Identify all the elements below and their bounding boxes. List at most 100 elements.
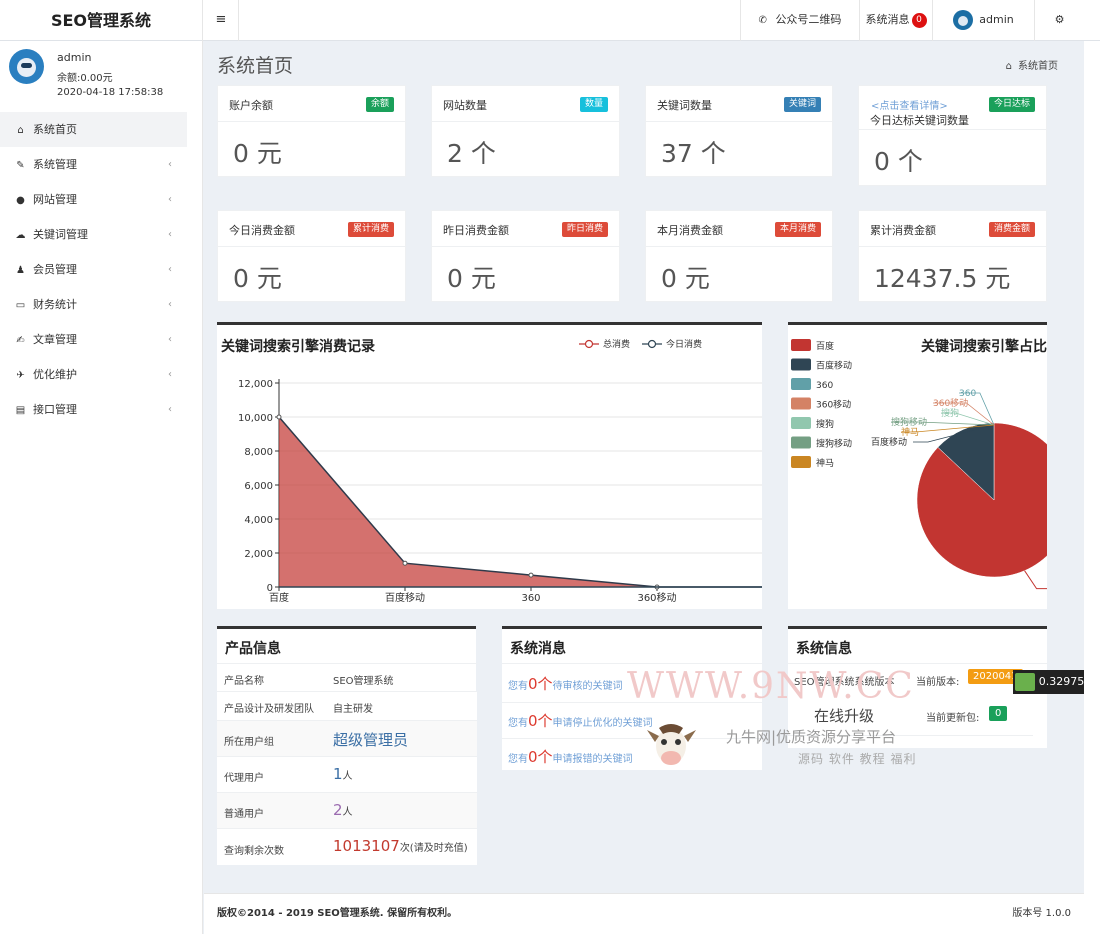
- x-tick-label: 百度: [269, 591, 289, 604]
- user-login-time: 2020-04-18 17:58:38: [57, 87, 164, 98]
- stat-card-today-cost: 今日消费金额 累计消费 0 元: [217, 210, 406, 302]
- edit-icon: ✍: [16, 335, 25, 346]
- sidebar-item-keywords[interactable]: ☁ 关键词管理 ‹: [0, 217, 187, 252]
- agent-count: 1: [333, 765, 343, 783]
- stat-card-month-cost: 本月消费金额 本月消费 0 元: [645, 210, 833, 302]
- sidebar-toggle-button[interactable]: ≡: [204, 0, 239, 41]
- consumption-chart-panel: 关键词搜索引擎消费记录 0 2,000 4,000 6,000 8,000 10,000 1…: [217, 322, 762, 609]
- stat-card-keywords: 关键词数量 关键词 37 个: [645, 85, 833, 177]
- row-key: 产品设计及研发团队: [224, 704, 314, 715]
- legend-label: 百度移动: [816, 360, 852, 372]
- unit-label: 次(请及时充值): [399, 843, 468, 854]
- details-link[interactable]: <点击查看详情>: [871, 97, 948, 112]
- stat-badge: 今日达标: [988, 97, 1035, 112]
- user-group-value: 超级管理员: [333, 731, 409, 749]
- unit-label: 人: [342, 807, 353, 818]
- leaf-icon: [1015, 673, 1035, 691]
- chevron-left-icon: ‹: [168, 229, 172, 240]
- system-messages-panel: 系统消息 您有0个待审核的关键词 您有0个申请停止优化的关键词 您有0个申请报错…: [502, 626, 762, 770]
- chevron-left-icon: ‹: [168, 159, 172, 170]
- message-pending-keywords[interactable]: 您有0个待审核的关键词: [508, 673, 623, 694]
- update-package-label: 当前更新包:: [926, 713, 980, 724]
- stat-value: 0 元: [447, 264, 496, 293]
- user-balance: 余额:0.00元: [57, 73, 113, 84]
- sidebar-item-articles[interactable]: ✍ 文章管理 ‹: [0, 322, 187, 357]
- stat-label: 网站数量: [443, 99, 487, 112]
- row-value: SEO管理系统: [333, 676, 394, 687]
- sidebar: admin 余额:0.00元 2020-04-18 17:58:38 ⌂ 系统首页…: [0, 41, 203, 934]
- user-menu[interactable]: admin: [932, 0, 1034, 41]
- y-tick-label: 12,000: [238, 379, 273, 390]
- message-error-keywords[interactable]: 您有0个申请报错的关键词: [508, 746, 633, 767]
- y-tick-label: 2,000: [244, 549, 273, 560]
- pie-label: 360: [959, 389, 976, 399]
- stat-label: 账户余额: [229, 99, 273, 112]
- sidebar-item-finance[interactable]: ▭ 财务统计 ‹: [0, 287, 187, 322]
- messages-label: 系统消息: [865, 13, 910, 26]
- messages-count-badge: 0: [911, 13, 927, 28]
- pie-label: 搜狗移动: [891, 416, 927, 428]
- consumption-area-chart: 02,0004,0006,0008,00010,00012,000百度 百度移动 3…: [238, 338, 762, 604]
- version-label: SEO管理系统系统版本: [794, 677, 895, 688]
- users-icon: ♟: [16, 265, 25, 276]
- row-key: 代理用户: [224, 773, 264, 784]
- stat-value: 12437.5 元: [874, 264, 1011, 293]
- legend-swatch: [791, 358, 811, 371]
- stat-badge: 关键词: [783, 97, 821, 112]
- stat-card-total-cost: 累计消费金额 消费金额 12437.5 元: [858, 210, 1047, 302]
- watermark-tags: 源码 软件 教程 福利: [798, 752, 917, 766]
- y-tick-label: 8,000: [244, 447, 273, 458]
- legend-label: 今日消费: [666, 338, 702, 350]
- engine-share-pie-chart: 百度百度移动360360移动搜狗搜狗移动神马百度百度移动360360移动搜狗搜狗…: [791, 339, 1047, 590]
- stat-value: 0 元: [233, 264, 282, 293]
- system-info-panel: 系统信息 SEO管理系统系统版本 当前版本: 2020041 在线升级 当前更新…: [788, 626, 1047, 748]
- legend-swatch: [791, 378, 811, 390]
- hamburger-icon: ≡: [215, 12, 227, 27]
- stat-card-yesterday-cost: 昨日消费金额 昨日消费 0 元: [431, 210, 620, 302]
- stat-badge: 累计消费: [347, 222, 394, 237]
- sidebar-item-label: 财务统计: [33, 298, 77, 311]
- legend-label: 总消费: [603, 338, 630, 350]
- sidebar-item-system[interactable]: ✎ 系统管理 ‹: [0, 147, 187, 182]
- online-upgrade-button[interactable]: 在线升级: [814, 705, 874, 726]
- table-row: 普通用户 2人: [217, 792, 477, 828]
- sidebar-item-home[interactable]: ⌂ 系统首页: [0, 112, 187, 147]
- stat-card-websites: 网站数量 数量 2 个: [431, 85, 620, 177]
- stat-badge: 昨日消费: [561, 222, 608, 237]
- sidebar-item-website[interactable]: ● 网站管理 ‹: [0, 182, 187, 217]
- data-point: [528, 572, 534, 578]
- stat-card-balance: 账户余额 余额 0 元: [217, 85, 406, 177]
- row-key: 普通用户: [224, 809, 264, 820]
- settings-button[interactable]: ⚙: [1034, 0, 1084, 41]
- sidebar-item-label: 系统首页: [33, 123, 77, 136]
- engine-share-panel: 关键词搜索引擎占比 百度百度移动360360移动搜狗搜狗移动神马百度百度移动36…: [788, 322, 1047, 609]
- row-key: 所在用户组: [224, 737, 274, 748]
- sidebar-item-members[interactable]: ♟ 会员管理 ‹: [0, 252, 187, 287]
- system-messages-link[interactable]: 系统消息 0: [859, 0, 932, 41]
- table-row: 产品设计及研发团队 自主研发: [217, 691, 477, 720]
- x-tick-label: 百度移动: [385, 591, 425, 604]
- page-title: 系统首页: [217, 55, 294, 77]
- wechat-qrcode-link[interactable]: ✆ 公众号二维码: [740, 0, 859, 41]
- user-panel: admin 余额:0.00元 2020-04-18 17:58:38: [0, 41, 203, 111]
- table-row: 所在用户组 超级管理员: [217, 720, 477, 756]
- avatar: [9, 49, 44, 84]
- breadcrumb[interactable]: ⌂ 系统首页: [1006, 57, 1058, 72]
- stat-value: 0 元: [661, 264, 710, 293]
- sidebar-item-label: 网站管理: [33, 193, 77, 206]
- chevron-left-icon: ‹: [168, 334, 172, 345]
- row-key: 查询剩余次数: [224, 846, 284, 857]
- scrollbar[interactable]: [1084, 41, 1100, 934]
- wechat-label: 公众号二维码: [775, 13, 842, 26]
- brand-logo[interactable]: SEO管理系统: [0, 0, 203, 41]
- y-tick-label: 10,000: [238, 413, 273, 424]
- footer-version: 版本号 1.0.0: [1012, 908, 1071, 919]
- sysinfo-title: 系统信息: [796, 641, 852, 657]
- x-tick-label: 360: [521, 593, 540, 604]
- messages-title: 系统消息: [510, 641, 566, 657]
- sidebar-item-api[interactable]: ▤ 接口管理 ‹: [0, 392, 187, 427]
- home-icon: ⌂: [1005, 61, 1012, 72]
- chevron-left-icon: ‹: [168, 404, 172, 415]
- sidebar-item-optimize[interactable]: ✈ 优化维护 ‹: [0, 357, 187, 392]
- message-stop-keywords[interactable]: 您有0个申请停止优化的关键词: [508, 710, 653, 731]
